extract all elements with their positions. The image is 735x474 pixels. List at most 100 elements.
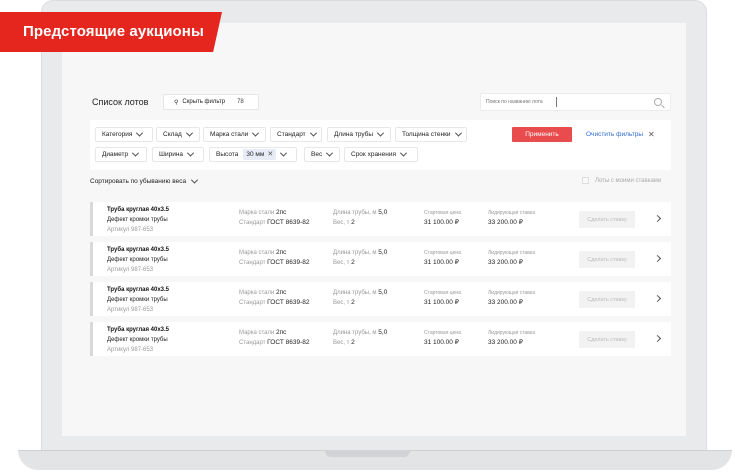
sort-dropdown[interactable]: Сортировать по убыванию веса bbox=[90, 176, 199, 185]
chevron-right-icon[interactable] bbox=[653, 334, 662, 343]
chevron-down-icon bbox=[454, 129, 462, 137]
chevron-down-icon bbox=[377, 129, 385, 137]
filter-steel-grade[interactable]: Марка стали bbox=[203, 127, 266, 142]
filter-label: Высота bbox=[216, 151, 239, 158]
filter-label: Срок хранения bbox=[351, 151, 396, 158]
lot-row[interactable]: Труба круглая 40х3.5 Дефект кромки трубы А… bbox=[90, 282, 671, 316]
filter-pipe-length[interactable]: Длина трубы bbox=[327, 127, 391, 142]
filter-category[interactable]: Категория bbox=[95, 127, 153, 142]
chevron-down-icon bbox=[185, 129, 193, 137]
start-price: 31 100.00 ₽ bbox=[424, 259, 459, 266]
filter-height[interactable]: Высота 30 мм ✕ bbox=[209, 147, 297, 162]
hide-filter-button[interactable]: ⚲ Скрыть фильтр 78 bbox=[163, 94, 259, 110]
page-banner: Предстоящие аукционы bbox=[0, 12, 222, 52]
make-bid-button[interactable]: Сделать ставку bbox=[579, 211, 635, 228]
text-caret bbox=[556, 97, 557, 107]
weight-value: 2 bbox=[351, 339, 355, 346]
filter-standard[interactable]: Стандарт bbox=[270, 127, 322, 142]
list-title: Список лотов bbox=[92, 97, 149, 107]
filter-label: Категория bbox=[102, 131, 133, 138]
lot-info: Труба круглая 40х3.5 Дефект кромки трубы А… bbox=[107, 285, 169, 315]
lot-info: Труба круглая 40х3.5 Дефект кромки трубы А… bbox=[107, 205, 169, 235]
leading-bid-label: Лидирующая ставка bbox=[488, 290, 535, 296]
lot-steel-standard: Марка стали 2пс Стандарт ГОСТ 8639-82 bbox=[239, 208, 309, 228]
steel-value: 2пс bbox=[276, 329, 287, 336]
chevron-down-icon bbox=[132, 149, 140, 157]
apply-button[interactable]: Применить bbox=[512, 127, 572, 142]
start-price: 31 100.00 ₽ bbox=[424, 339, 459, 346]
clear-filters-label: Очистить фильтры bbox=[586, 131, 644, 138]
filter-width[interactable]: Ширина bbox=[152, 147, 204, 162]
tag-label: 30 мм bbox=[246, 151, 265, 158]
steel-label: Марка стали bbox=[239, 210, 275, 216]
filter-diameter[interactable]: Диаметр bbox=[95, 147, 147, 162]
lot-start-price: Стартовая цена 31 100.00 ₽ bbox=[424, 328, 461, 348]
chevron-right-icon[interactable] bbox=[653, 214, 662, 223]
lot-defect: Дефект кромки трубы bbox=[107, 297, 168, 303]
lot-row[interactable]: Труба круглая 40х3.5 Дефект кромки трубы А… bbox=[90, 322, 671, 356]
leading-bid: 33 200.00 ₽ bbox=[488, 339, 523, 346]
start-price: 31 100.00 ₽ bbox=[424, 299, 459, 306]
chevron-right-icon[interactable] bbox=[653, 254, 662, 263]
filter-count: 78 bbox=[237, 99, 244, 105]
make-bid-button[interactable]: Сделать ставку bbox=[579, 251, 635, 268]
start-price-label: Стартовая цена bbox=[424, 330, 461, 336]
chevron-down-icon bbox=[187, 149, 195, 157]
filter-storage-term[interactable]: Срок хранения bbox=[344, 147, 418, 162]
steel-value: 2пс bbox=[276, 209, 287, 216]
my-bids-checkbox[interactable] bbox=[582, 177, 589, 184]
filter-label: Диаметр bbox=[102, 151, 129, 158]
chevron-right-icon[interactable] bbox=[653, 294, 662, 303]
leading-bid-label: Лидирующая ставка bbox=[488, 250, 535, 256]
lot-length-weight: Длина трубы, м 5,0 Вес, т 2 bbox=[333, 248, 387, 268]
leading-bid: 33 200.00 ₽ bbox=[488, 299, 523, 306]
standard-label: Стандарт bbox=[239, 340, 266, 346]
lot-article: Артикул 987-653 bbox=[107, 307, 154, 313]
my-bids-toggle[interactable]: Лоты с моими ставками bbox=[582, 177, 661, 184]
chevron-down-icon bbox=[252, 129, 260, 137]
chevron-down-icon bbox=[326, 149, 334, 157]
search-box[interactable] bbox=[480, 93, 671, 111]
lot-row[interactable]: Труба круглая 40х3.5 Дефект кромки трубы А… bbox=[90, 202, 671, 236]
search-icon[interactable] bbox=[654, 98, 662, 106]
start-price-label: Стартовая цена bbox=[424, 210, 461, 216]
clear-filters-button[interactable]: Очистить фильтры ✕ bbox=[586, 127, 655, 142]
lot-start-price: Стартовая цена 31 100.00 ₽ bbox=[424, 208, 461, 228]
steel-label: Марка стали bbox=[239, 250, 275, 256]
chevron-down-icon bbox=[136, 129, 144, 137]
height-tag[interactable]: 30 мм ✕ bbox=[243, 149, 277, 160]
lot-row[interactable]: Труба круглая 40х3.5 Дефект кромки трубы А… bbox=[90, 242, 671, 276]
sort-label: Сортировать по убыванию веса bbox=[90, 178, 187, 185]
search-input[interactable] bbox=[486, 99, 556, 105]
lot-leading-bid: Лидирующая ставка 33 200.00 ₽ bbox=[488, 288, 535, 308]
lot-name: Труба круглая 40х3.5 bbox=[107, 327, 170, 333]
lot-name: Труба круглая 40х3.5 bbox=[107, 287, 170, 293]
lot-steel-standard: Марка стали 2пс Стандарт ГОСТ 8639-82 bbox=[239, 248, 309, 268]
standard-value: ГОСТ 8639-82 bbox=[267, 299, 310, 306]
filter-weight[interactable]: Вес bbox=[304, 147, 340, 162]
filter-label: Ширина bbox=[159, 151, 184, 158]
filter-label: Склад bbox=[163, 131, 182, 138]
make-bid-button[interactable]: Сделать ставку bbox=[579, 331, 635, 348]
steel-label: Марка стали bbox=[239, 330, 275, 336]
hide-filter-label: Скрыть фильтр bbox=[182, 99, 226, 105]
make-bid-button[interactable]: Сделать ставку bbox=[579, 291, 635, 308]
start-price-label: Стартовая цена bbox=[424, 250, 461, 256]
start-price-label: Стартовая цена bbox=[424, 290, 461, 296]
filter-panel: Категория Склад Марка стали Стандарт Дли… bbox=[90, 120, 671, 170]
chevron-down-icon bbox=[399, 149, 408, 157]
weight-value: 2 bbox=[351, 259, 355, 266]
filter-warehouse[interactable]: Склад bbox=[156, 127, 200, 142]
length-value: 5,0 bbox=[378, 289, 388, 296]
lot-article: Артикул 987-653 bbox=[107, 227, 154, 233]
steel-value: 2пс bbox=[276, 289, 287, 296]
length-value: 5,0 bbox=[378, 329, 388, 336]
leading-bid: 33 200.00 ₽ bbox=[488, 259, 523, 266]
length-value: 5,0 bbox=[378, 249, 388, 256]
filter-label: Вес bbox=[311, 151, 323, 158]
close-icon[interactable]: ✕ bbox=[267, 151, 273, 158]
lot-start-price: Стартовая цена 31 100.00 ₽ bbox=[424, 288, 461, 308]
lot-defect: Дефект кромки трубы bbox=[107, 217, 168, 223]
length-value: 5,0 bbox=[378, 209, 388, 216]
filter-wall-thickness[interactable]: Толщина стенки bbox=[395, 127, 467, 142]
